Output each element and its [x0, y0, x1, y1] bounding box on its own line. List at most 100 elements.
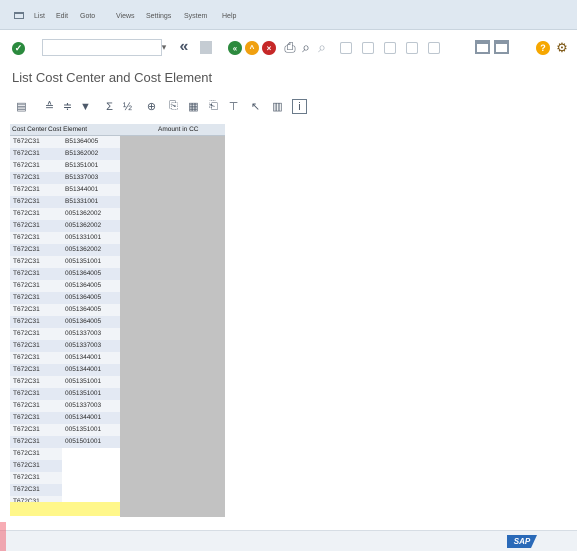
next-page-icon[interactable]	[384, 42, 396, 54]
cost-center-cell[interactable]: T672C31	[10, 220, 62, 232]
cost-element-cell[interactable]: 0051344001	[62, 364, 120, 376]
cost-center-cell[interactable]: T672C31	[10, 328, 62, 340]
cost-element-cell[interactable]: 0051344001	[62, 412, 120, 424]
cost-element-cell[interactable]: B51364005	[62, 136, 120, 148]
cost-center-cell[interactable]: T672C31	[10, 136, 62, 148]
cost-center-cell[interactable]: T672C31	[10, 340, 62, 352]
cost-center-cell[interactable]: T672C31	[10, 352, 62, 364]
menu-help[interactable]: Help	[222, 13, 236, 20]
back-icon[interactable]: «	[228, 41, 242, 55]
cost-center-cell[interactable]: T672C31	[10, 244, 62, 256]
cost-element-cell[interactable]: B51351001	[62, 160, 120, 172]
exit-icon[interactable]: ^	[245, 41, 259, 55]
menu-icon[interactable]	[14, 12, 24, 19]
total-icon[interactable]: Σ	[102, 99, 117, 114]
cost-element-cell[interactable]: 0051362002	[62, 220, 120, 232]
cost-center-cell[interactable]: T672C31	[10, 208, 62, 220]
cost-element-cell[interactable]: 0051364005	[62, 268, 120, 280]
menu-edit[interactable]: Edit	[56, 13, 68, 20]
cost-element-cell[interactable]: B51331001	[62, 196, 120, 208]
cost-center-cell[interactable]: T672C31	[10, 388, 62, 400]
cost-center-cell[interactable]: T672C31	[10, 172, 62, 184]
cost-center-cell[interactable]: T672C31	[10, 184, 62, 196]
cost-center-cell[interactable]: T672C31	[10, 196, 62, 208]
previous-page-icon[interactable]	[362, 42, 374, 54]
create-shortcut-icon[interactable]	[475, 40, 490, 54]
enter-check-icon[interactable]: ✓	[12, 42, 25, 55]
cost-element-cell[interactable]: 0051351001	[62, 424, 120, 436]
new-session-icon[interactable]	[428, 42, 440, 54]
cost-element-cell[interactable]: 0051351001	[62, 256, 120, 268]
cost-element-cell[interactable]: 0051351001	[62, 376, 120, 388]
header-amount-in-cc[interactable]: Amount in CC	[158, 126, 198, 133]
cost-center-cell[interactable]: T672C31	[10, 304, 62, 316]
save-icon[interactable]	[200, 41, 212, 54]
cost-element-cell[interactable]: 0051364005	[62, 304, 120, 316]
info-icon[interactable]: i	[292, 99, 307, 114]
customize-layout-icon[interactable]: ⚙	[554, 39, 570, 56]
cost-center-cell[interactable]: T672C31	[10, 148, 62, 160]
print-preview-icon[interactable]: ⊕	[144, 99, 159, 114]
export-icon[interactable]: ⎘	[166, 99, 181, 114]
find-icon[interactable]: ⌕	[298, 39, 314, 56]
cost-element-cell[interactable]: B51344001	[62, 184, 120, 196]
cost-center-cell[interactable]: T672C31	[10, 280, 62, 292]
cost-center-cell[interactable]: T672C31	[10, 268, 62, 280]
print-icon[interactable]: ⎙	[282, 39, 298, 56]
abc-analysis-icon[interactable]: ↖	[248, 99, 263, 114]
menu-list[interactable]: List	[34, 13, 45, 20]
cost-element-cell[interactable]: 0051337003	[62, 400, 120, 412]
cost-center-cell[interactable]: T672C31	[10, 424, 62, 436]
cost-element-cell[interactable]: B51337003	[62, 172, 120, 184]
cancel-icon[interactable]: ×	[262, 41, 276, 55]
cost-center-cell[interactable]: T672C31	[10, 448, 62, 460]
header-cost-element[interactable]: Cost Element	[48, 126, 87, 133]
cost-element-cell[interactable]: 0051337003	[62, 340, 120, 352]
first-page-icon[interactable]	[340, 42, 352, 54]
find-next-icon[interactable]: ⌕	[314, 39, 330, 56]
menu-views[interactable]: Views	[116, 13, 135, 20]
select-layout-icon[interactable]: ⊤	[226, 99, 241, 114]
cost-element-cell[interactable]: 0051362002	[62, 208, 120, 220]
cost-center-cell[interactable]: T672C31	[10, 376, 62, 388]
cost-center-cell[interactable]: T672C31	[10, 256, 62, 268]
cost-element-cell[interactable]: 0051351001	[62, 388, 120, 400]
cost-element-cell[interactable]: 0051344001	[62, 352, 120, 364]
cost-center-cell[interactable]: T672C31	[10, 364, 62, 376]
command-field[interactable]	[42, 39, 162, 56]
cost-center-cell[interactable]: T672C31	[10, 472, 62, 484]
graphic-icon[interactable]: ▥	[270, 99, 285, 114]
cost-element-cell[interactable]: 0051364005	[62, 292, 120, 304]
sort-ascending-icon[interactable]: ≙	[42, 99, 57, 114]
help-icon[interactable]: ?	[536, 41, 550, 55]
cost-center-cell[interactable]: T672C31	[10, 400, 62, 412]
cost-center-cell[interactable]: T672C31	[10, 412, 62, 424]
command-history-dropdown-icon[interactable]: ▾	[158, 39, 170, 56]
cost-center-cell[interactable]: T672C31	[10, 484, 62, 496]
cost-center-cell[interactable]: T672C31	[10, 232, 62, 244]
menu-settings[interactable]: Settings	[146, 13, 171, 20]
cost-center-cell[interactable]: T672C31	[10, 460, 62, 472]
new-entry-row[interactable]	[10, 502, 120, 516]
double-chevron-left-icon[interactable]: «	[176, 37, 192, 57]
cost-center-cell[interactable]: T672C31	[10, 316, 62, 328]
cost-element-cell[interactable]: 0051364005	[62, 280, 120, 292]
sort-descending-icon[interactable]: ≑	[60, 99, 75, 114]
filter-icon[interactable]: ▼	[78, 99, 93, 114]
word-processing-icon[interactable]: ⎗	[206, 99, 221, 114]
cost-element-cell[interactable]: 0051501001	[62, 436, 120, 448]
menu-system[interactable]: System	[184, 13, 207, 20]
cost-element-cell[interactable]: B51362002	[62, 148, 120, 160]
cost-center-cell[interactable]: T672C31	[10, 436, 62, 448]
cost-element-cell[interactable]: 0051364005	[62, 316, 120, 328]
subtotal-icon[interactable]: ½	[120, 99, 135, 114]
cost-element-cell[interactable]: 0051362002	[62, 244, 120, 256]
last-page-icon[interactable]	[406, 42, 418, 54]
details-icon[interactable]: ▤	[14, 99, 29, 114]
layout-menu-icon[interactable]	[494, 40, 509, 54]
spreadsheet-icon[interactable]: ▦	[186, 99, 201, 114]
cost-center-cell[interactable]: T672C31	[10, 292, 62, 304]
cost-element-cell[interactable]: 0051331001	[62, 232, 120, 244]
cost-element-cell[interactable]: 0051337003	[62, 328, 120, 340]
cost-center-cell[interactable]: T672C31	[10, 160, 62, 172]
